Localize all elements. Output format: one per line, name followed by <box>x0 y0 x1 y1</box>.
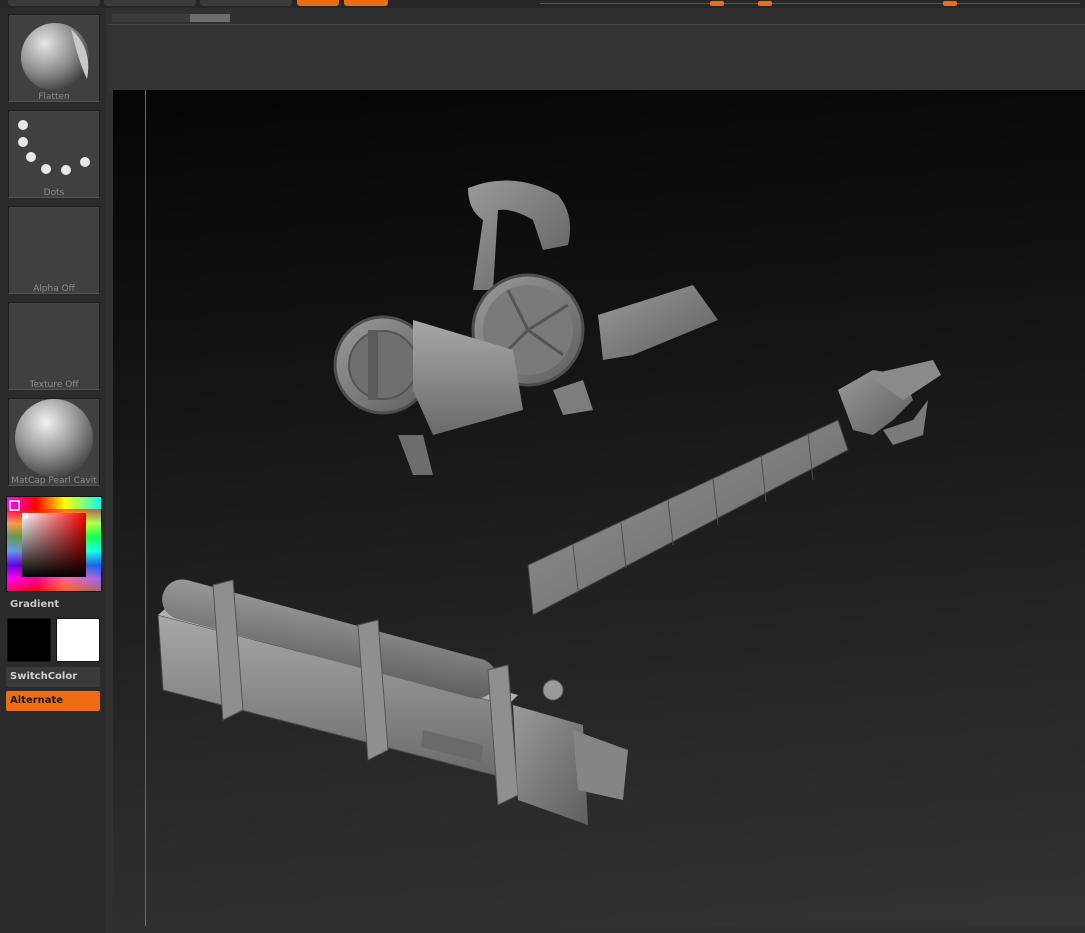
secondary-color-swatch[interactable] <box>56 618 100 662</box>
slider-knob-3[interactable] <box>943 1 957 6</box>
alpha-thumbnail[interactable]: Alpha Off <box>8 206 100 294</box>
odm-gear-model <box>333 180 718 475</box>
stroke-thumbnail[interactable]: Dots <box>8 110 100 198</box>
document-progress-fill <box>190 14 230 22</box>
gradient-button[interactable]: Gradient <box>6 597 100 613</box>
color-picker[interactable] <box>6 496 102 592</box>
slider-knob-1[interactable] <box>710 1 724 6</box>
top-orange-button-2[interactable] <box>344 0 388 6</box>
viewport-canvas[interactable] <box>113 90 1085 926</box>
top-button-1[interactable] <box>8 0 100 6</box>
material-thumbnail[interactable]: MatCap Pearl Cavit <box>8 398 100 486</box>
canvas-guide-line <box>145 90 146 926</box>
brush-thumbnail[interactable]: Flatten <box>8 14 100 102</box>
material-label: MatCap Pearl Cavit <box>11 476 97 486</box>
switchcolor-button[interactable]: SwitchColor <box>6 667 100 687</box>
color-wheel-icon <box>7 497 101 591</box>
top-button-3[interactable] <box>200 0 292 6</box>
top-orange-button-1[interactable] <box>297 0 339 6</box>
3d-models <box>157 180 941 825</box>
document-header <box>108 24 1085 91</box>
top-button-2[interactable] <box>104 0 196 6</box>
blade-model <box>527 360 941 616</box>
flatten-brush-icon <box>21 23 89 91</box>
texture-label: Texture Off <box>29 380 79 390</box>
slider-knob-2[interactable] <box>758 1 772 6</box>
alpha-label: Alpha Off <box>33 284 75 294</box>
dots-stroke-icon <box>18 120 90 175</box>
matcap-sphere-icon <box>15 399 93 477</box>
top-slider-track <box>540 3 1080 4</box>
stroke-label: Dots <box>43 188 65 198</box>
gas-canister-model <box>157 579 628 825</box>
alternate-button[interactable]: Alternate <box>6 691 100 711</box>
brush-label: Flatten <box>38 92 70 102</box>
main-color-swatch[interactable] <box>7 618 51 662</box>
texture-thumbnail[interactable]: Texture Off <box>8 302 100 390</box>
